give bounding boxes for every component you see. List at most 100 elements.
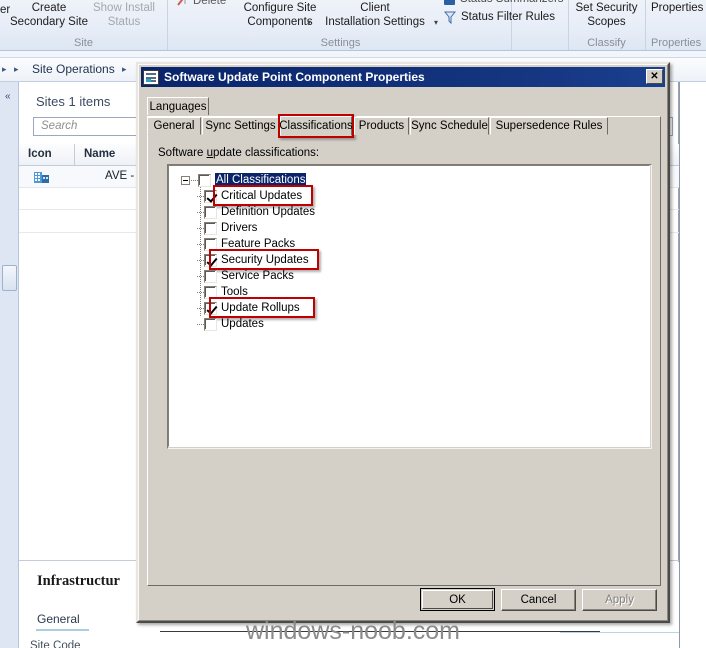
site-icon [34, 172, 49, 183]
tab-supersedence-rules-label: Supersedence Rules [495, 120, 603, 132]
apply-button-label: Apply [605, 594, 634, 606]
tab-sync-settings-label: Sync Settings [205, 120, 276, 132]
column-header-icon-label: Icon [28, 148, 52, 160]
detail-tab-general[interactable]: General [37, 612, 80, 626]
column-header-name-label: Name [84, 148, 116, 160]
checkbox-drivers[interactable] [204, 221, 217, 235]
ribbon-divider [645, 0, 646, 50]
breadcrumb-item-site-operations[interactable]: Site Operations [32, 62, 115, 76]
tree-node-feature-packs[interactable]: Feature Packs [197, 236, 295, 252]
ribbon-properties-button[interactable]: Properties [651, 2, 703, 15]
tab-languages-label: Languages [149, 100, 207, 113]
tree-node-updates[interactable]: Updates [197, 316, 264, 332]
ok-button-label: OK [449, 593, 466, 606]
chevron-down-icon[interactable]: ▾ [434, 16, 438, 29]
tab-classifications-label: Classifications [279, 120, 353, 132]
close-icon[interactable]: ✕ [646, 69, 663, 84]
checkbox-update-rollups[interactable] [204, 301, 217, 315]
ribbon-client-installation-settings-line1[interactable]: Client [315, 2, 435, 15]
tab-classifications[interactable]: Classifications [279, 116, 353, 136]
ribbon-client-installation-settings-line2[interactable]: Installation Settings [315, 16, 435, 29]
breadcrumb-arrow-icon[interactable]: ▸ [2, 64, 7, 75]
left-strip-button[interactable] [2, 265, 17, 291]
ribbon-delete-label[interactable]: Delete [193, 0, 226, 8]
tree-label-updates: Updates [221, 318, 264, 330]
ribbon-create-secondary-site-line1[interactable]: Create [0, 2, 98, 15]
software-update-classifications-label: Software update classifications: [158, 147, 319, 159]
tree-label-critical-updates: Critical Updates [221, 190, 303, 202]
cancel-button-label: Cancel [520, 594, 557, 606]
ribbon-set-security-scopes-line1[interactable]: Set Security [568, 2, 645, 15]
tree-label-definition-updates: Definition Updates [221, 206, 315, 218]
ribbon-show-install-status-line1: Show Install [92, 2, 155, 14]
checkbox-tools[interactable] [204, 285, 217, 299]
tree-node-drivers[interactable]: Drivers [197, 220, 257, 236]
classifications-tree[interactable]: All Classifications Critical Updates Def… [168, 165, 650, 447]
status-summarizers-icon [444, 0, 455, 5]
chevron-down-icon[interactable]: ▾ [307, 16, 311, 29]
tree-node-critical-updates[interactable]: Critical Updates [197, 188, 302, 204]
tab-supersedence-rules[interactable]: Supersedence Rules [490, 117, 608, 135]
tree-node-tools[interactable]: Tools [197, 284, 248, 300]
tree-connector-dot [197, 243, 204, 245]
tree-node-definition-updates[interactable]: Definition Updates [197, 204, 315, 220]
tree-connector-dot [197, 323, 204, 325]
tree-connector-dot [197, 307, 204, 309]
ribbon: er Create Secondary Site Show Install St… [0, 0, 706, 51]
tab-general-label: General [153, 120, 195, 132]
tree-node-update-rollups[interactable]: Update Rollups [197, 300, 300, 316]
label-part-1: Software [158, 147, 207, 159]
watermark-rule [160, 631, 600, 632]
collapse-pane-chevron-icon[interactable]: « [5, 91, 11, 102]
tab-languages[interactable]: Languages [147, 97, 209, 115]
tree-node-security-updates[interactable]: Security Updates [197, 252, 309, 268]
tree-connector-dot [197, 211, 204, 213]
tree-expander-icon[interactable] [181, 175, 190, 185]
checkbox-critical-updates[interactable] [204, 189, 217, 203]
tab-general[interactable]: General [147, 117, 201, 135]
breadcrumb-arrow-icon[interactable]: ▸ [14, 64, 19, 75]
column-header-icon[interactable]: Icon [19, 144, 75, 166]
checkbox-feature-packs[interactable] [204, 237, 217, 251]
checkbox-definition-updates[interactable] [204, 205, 217, 219]
search-placeholder: Search [41, 120, 78, 132]
ribbon-divider [167, 0, 168, 50]
list-pane-title: Sites 1 items [36, 94, 111, 109]
dialog-title-bar[interactable]: Software Update Point Component Properti… [141, 67, 665, 87]
ok-button[interactable]: OK [420, 588, 495, 611]
cancel-button[interactable]: Cancel [501, 589, 576, 611]
app-window: er Create Secondary Site Show Install St… [0, 0, 706, 648]
label-part-2: pdate classifications: [212, 147, 320, 159]
tree-connector-dot [197, 291, 204, 293]
ribbon-group-label-site: Site [74, 37, 93, 49]
ribbon-divider [511, 0, 512, 50]
tree-connector-dot [197, 227, 204, 229]
checkbox-updates[interactable] [204, 317, 217, 331]
tab-sync-schedule[interactable]: Sync Schedule [410, 117, 489, 135]
checkbox-all-classifications[interactable] [198, 173, 211, 187]
detail-field-site-code: Site Code [30, 640, 81, 648]
ribbon-status-filter-rules-label[interactable]: Status Filter Rules [461, 11, 555, 24]
delete-icon [177, 0, 186, 6]
tree-connector-dot [197, 195, 204, 197]
ribbon-show-install-status-line2: Status [107, 16, 141, 28]
tab-products[interactable]: Products [354, 117, 409, 135]
right-empty-pane [679, 82, 706, 648]
tree-node-service-packs[interactable]: Service Packs [197, 268, 294, 284]
tree-label-security-updates: Security Updates [221, 254, 309, 266]
tree-node-all-classifications[interactable]: All Classifications [181, 172, 307, 188]
tree-connector-dot [197, 259, 204, 261]
ribbon-underline-strip [0, 51, 706, 58]
ribbon-status-summarizers-label[interactable]: Status Summarizers [460, 0, 564, 6]
breadcrumb-arrow-icon[interactable]: ▸ [122, 64, 127, 75]
ribbon-create-secondary-site-line2[interactable]: Secondary Site [0, 16, 98, 29]
ribbon-group-label-settings: Settings [320, 37, 361, 49]
software-update-point-component-properties-dialog: Software Update Point Component Properti… [136, 62, 670, 623]
ribbon-group-label-classify: Classify [587, 37, 626, 49]
tab-sync-settings[interactable]: Sync Settings [202, 117, 279, 135]
status-filter-rules-icon [443, 11, 457, 25]
checkbox-security-updates[interactable] [204, 253, 217, 267]
checkbox-service-packs[interactable] [204, 269, 217, 283]
apply-button: Apply [582, 589, 657, 611]
ribbon-set-security-scopes-line2[interactable]: Scopes [568, 16, 645, 29]
